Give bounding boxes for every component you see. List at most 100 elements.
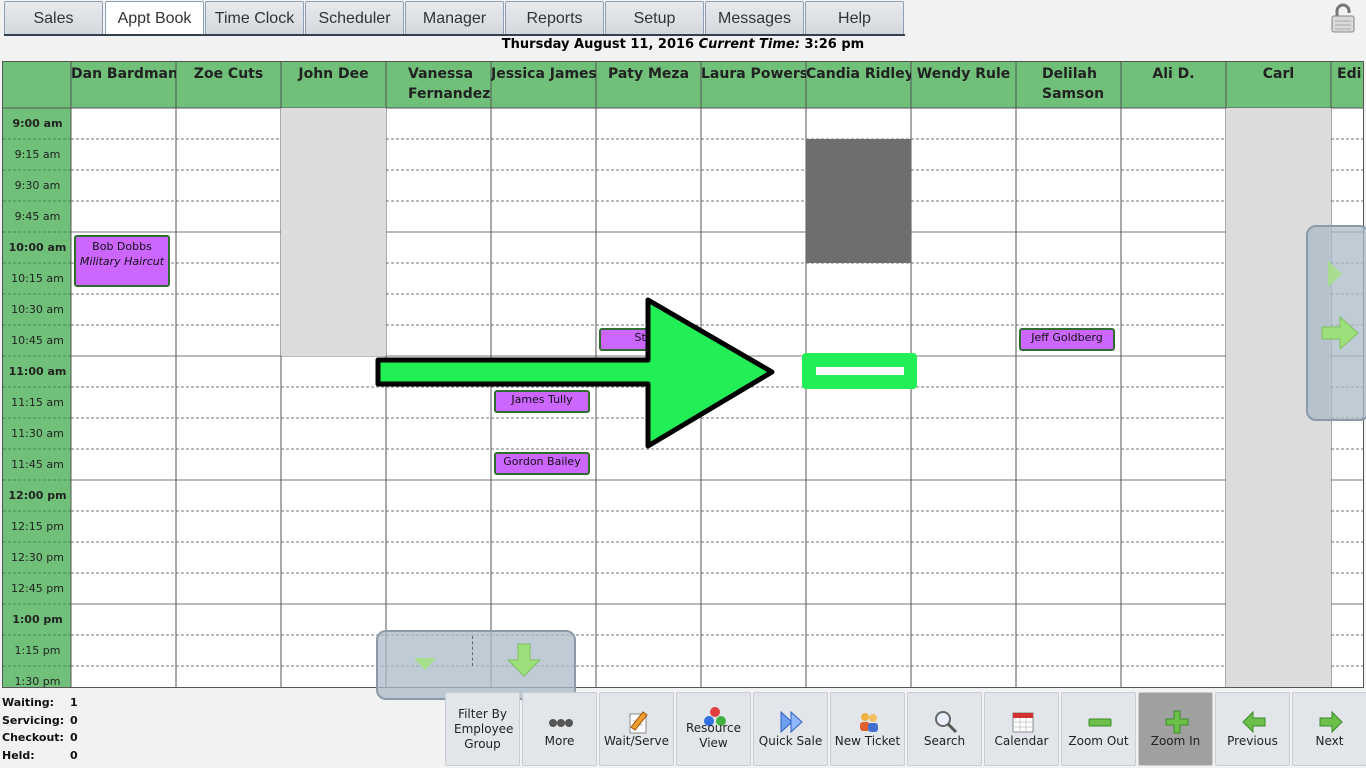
appointment-book-screen: Sales Appt Book Time Clock Scheduler Man…: [0, 0, 1366, 768]
resource-view-button[interactable]: Resource View: [676, 692, 751, 766]
time-slot-label: 1:00 pm: [12, 613, 63, 626]
button-label: New Ticket: [834, 734, 901, 748]
appointment-client: Steu: [634, 331, 660, 344]
time-slot-label: 10:30 am: [11, 303, 64, 316]
employee-header-delilah-samson[interactable]: Delilah Samson: [1016, 62, 1121, 108]
time-slot-label: 11:30 am: [11, 427, 64, 440]
status-checkout: Checkout: 0: [2, 731, 92, 749]
status-value: 0: [70, 731, 78, 744]
employee-header-dan-bardman[interactable]: Dan Bardman: [71, 62, 176, 108]
tab-reports[interactable]: Reports: [505, 1, 604, 35]
tab-help[interactable]: Help: [805, 1, 904, 35]
double-arrow-icon: [780, 710, 803, 734]
time-slot-label: 1:30 pm: [14, 675, 61, 688]
calendar-button[interactable]: Calendar: [984, 692, 1059, 766]
employee-header-edi[interactable]: Edi: [1331, 62, 1363, 108]
minus-icon: [1088, 718, 1112, 727]
blocked-time-candia-ridley: [806, 139, 911, 263]
status-waiting: Waiting: 1: [2, 696, 92, 714]
status-servicing: Servicing: 0: [2, 714, 92, 732]
queue-status: Waiting: 1 Servicing: 0 Checkout: 0 Held: 0: [2, 696, 92, 766]
employee-header-john-dee[interactable]: John Dee: [281, 62, 386, 108]
time-slot-label: 11:00 am: [8, 365, 67, 378]
tab-sales[interactable]: Sales: [4, 1, 103, 35]
status-label: Waiting:: [2, 696, 55, 709]
status-label: Servicing:: [2, 713, 65, 727]
search-button[interactable]: Search: [907, 692, 982, 766]
zoom-in-button[interactable]: Zoom In: [1138, 692, 1213, 766]
employee-header-carl[interactable]: Carl: [1226, 62, 1331, 108]
tab-manager[interactable]: Manager: [405, 1, 504, 35]
employee-header-jessica-james[interactable]: Jessica James: [491, 62, 596, 108]
button-label: Search: [923, 734, 966, 748]
appointment-client: Jeff Goldberg: [1031, 331, 1103, 344]
appointment-jeff-goldberg[interactable]: Jeff Goldberg: [1019, 328, 1115, 351]
button-label: Quick Sale: [758, 734, 823, 748]
padlock-open-icon[interactable]: [1328, 2, 1360, 34]
button-label: Zoom Out: [1068, 734, 1129, 748]
scroll-right-panel[interactable]: [1306, 225, 1366, 421]
tab-scheduler[interactable]: Scheduler: [305, 1, 404, 35]
time-slot-label: 12:15 pm: [11, 520, 64, 533]
scroll-down-arrow-icon[interactable]: [506, 642, 542, 678]
appointment-bob-dobbs[interactable]: Bob Dobbs Military Haircut: [74, 235, 170, 287]
appointment-client: James Tully: [511, 393, 573, 406]
status-value: 0: [70, 748, 78, 762]
scroll-divider: [472, 636, 473, 666]
status-label: Held:: [2, 748, 35, 762]
time-slot-label: 11:45 am: [11, 458, 64, 471]
previous-button[interactable]: Previous: [1215, 692, 1290, 766]
employee-header-wendy-rule[interactable]: Wendy Rule: [911, 62, 1016, 108]
scroll-down-small-arrow-icon[interactable]: [412, 656, 438, 672]
time-slot-label: 10:45 am: [11, 334, 64, 347]
button-label: Filter By Employee Group: [454, 707, 514, 751]
quick-sale-button[interactable]: Quick Sale: [753, 692, 828, 766]
time-slot-label: 12:00 pm: [8, 489, 67, 502]
magnifier-icon: [935, 711, 958, 734]
appointment-gordon-bailey[interactable]: Gordon Bailey: [494, 452, 590, 475]
scroll-right-arrow-icon[interactable]: [1320, 315, 1360, 351]
status-label: Checkout:: [2, 731, 64, 744]
scroll-right-small-arrow-icon[interactable]: [1324, 257, 1348, 291]
button-label: Wait/Serve: [604, 734, 669, 748]
appointment-grid[interactable]: Dan Bardman Zoe Cuts John Dee Vanessa Fe…: [2, 61, 1364, 688]
button-label: Zoom In: [1150, 734, 1201, 748]
more-button[interactable]: More: [522, 692, 597, 766]
time-slot-label: 11:15 am: [11, 396, 64, 409]
status-value: 1: [70, 696, 78, 709]
current-date-bar: Thursday August 11, 2016 Current Time: 3…: [0, 37, 1366, 57]
current-time: 3:26 pm: [804, 37, 865, 52]
appointment-service: Military Haircut: [79, 255, 165, 268]
appointment-steu[interactable]: Steu: [599, 328, 695, 351]
button-label: Previous: [1227, 734, 1278, 748]
status-value: 0: [70, 713, 78, 727]
employee-header-vanessa-fernandez[interactable]: Vanessa Fernandez: [386, 62, 491, 108]
time-slot-label: 9:15 am: [14, 148, 61, 161]
grid-lines: [3, 62, 1363, 687]
tab-setup[interactable]: Setup: [605, 1, 704, 35]
pencil-paper-icon: [629, 711, 648, 734]
appointment-client: Gordon Bailey: [503, 455, 581, 468]
appointment-james-tully[interactable]: James Tully: [494, 390, 590, 413]
employee-header-laura-powers[interactable]: Laura Powers: [701, 62, 806, 108]
filter-by-employee-group-button[interactable]: Filter By Employee Group: [445, 692, 520, 766]
next-button[interactable]: Next: [1292, 692, 1366, 766]
zoom-out-button[interactable]: Zoom Out: [1061, 692, 1136, 766]
tab-messages[interactable]: Messages: [705, 1, 804, 35]
scroll-down-panel[interactable]: [376, 630, 576, 700]
dots-icon: [549, 719, 573, 727]
time-slot-label: 9:45 am: [14, 210, 61, 223]
right-arrow-icon: [1319, 710, 1343, 734]
current-time-label: Current Time:: [698, 37, 800, 52]
new-ticket-button[interactable]: New Ticket: [830, 692, 905, 766]
employee-header-zoe-cuts[interactable]: Zoe Cuts: [176, 62, 281, 108]
button-label: Next: [1315, 734, 1344, 748]
tab-appt-book[interactable]: Appt Book: [105, 1, 204, 35]
nav-underline: [4, 34, 905, 36]
employee-header-ali-d[interactable]: Ali D.: [1121, 62, 1226, 108]
employee-header-paty-meza[interactable]: Paty Meza: [596, 62, 701, 108]
blocked-time-john-dee: [281, 108, 386, 356]
wait-serve-button[interactable]: Wait/Serve: [599, 692, 674, 766]
tab-time-clock[interactable]: Time Clock: [205, 1, 304, 35]
employee-header-candia-ridley[interactable]: Candia Ridley: [806, 62, 911, 108]
